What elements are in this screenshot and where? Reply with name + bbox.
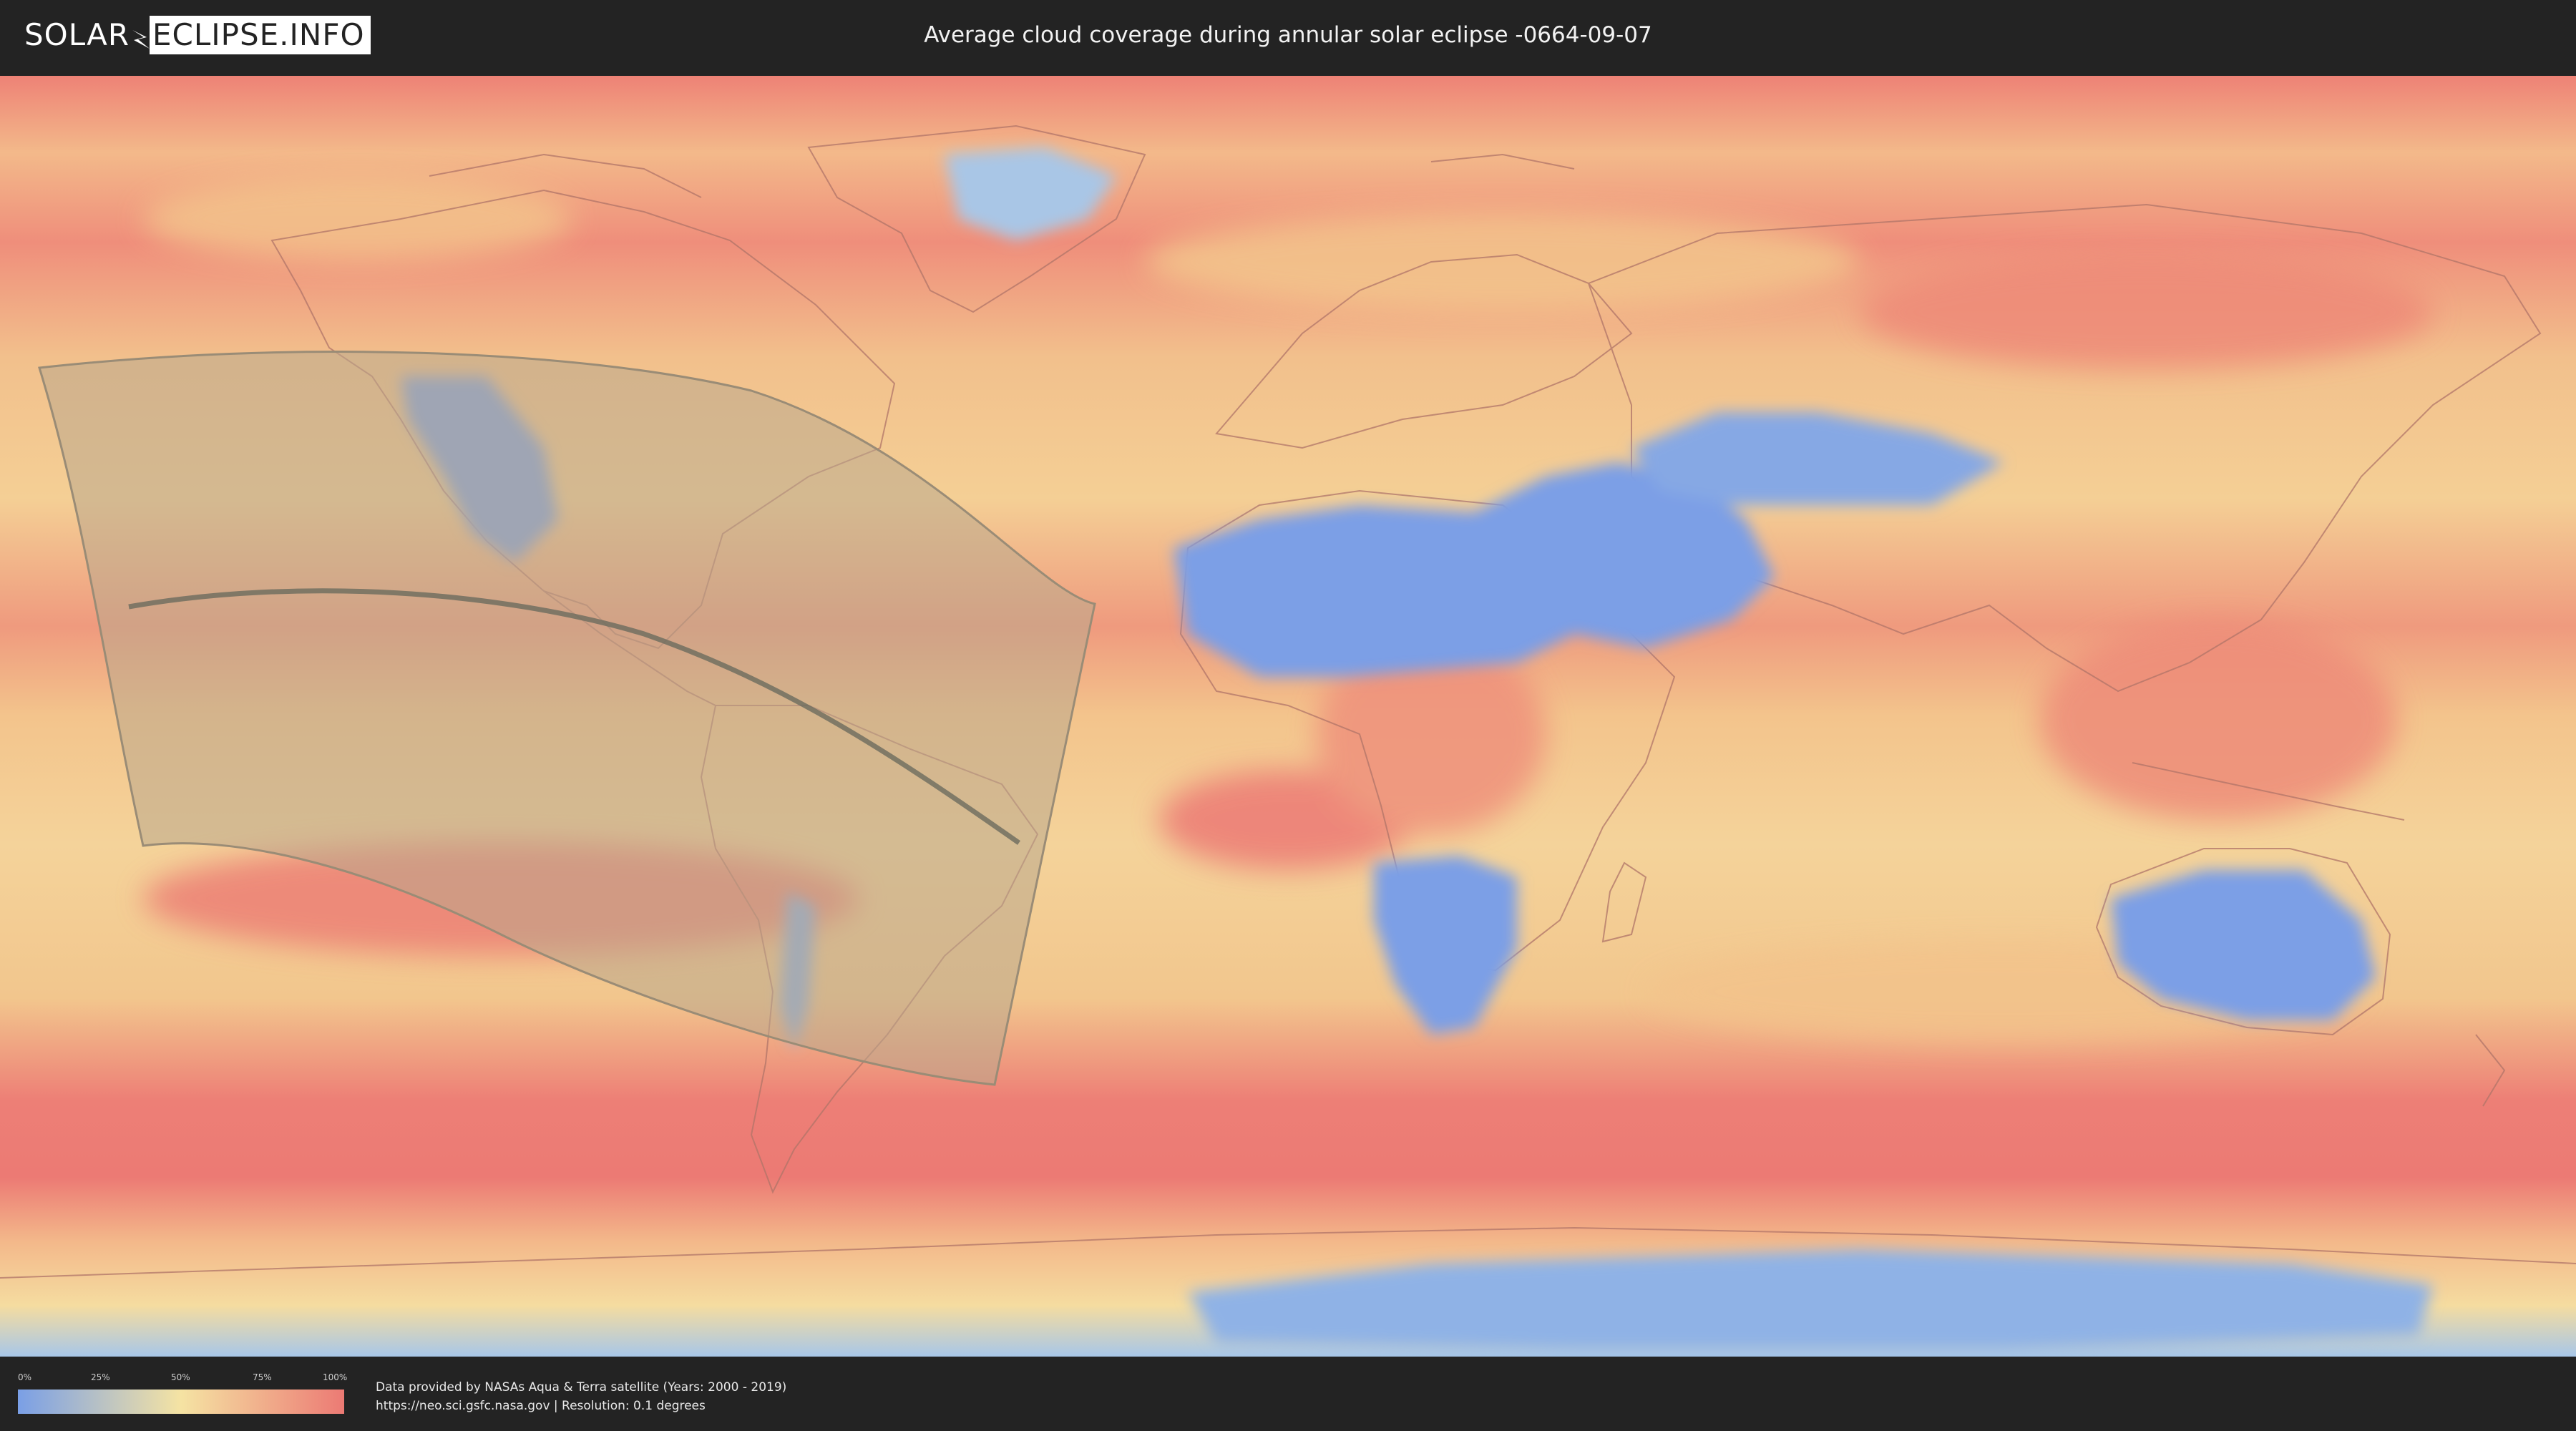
legend-tick-100: 100% (323, 1372, 348, 1382)
eclipse-bolt-icon (132, 30, 150, 49)
legend-tick-25: 25% (91, 1372, 110, 1382)
legend-ticks: 0% 25% 50% 75% 100% (18, 1372, 348, 1385)
logo-text-eclipse-info: ECLIPSE.INFO (150, 16, 371, 54)
data-credits: Data provided by NASAs Aqua & Terra sate… (376, 1378, 786, 1415)
legend-color-scale (18, 1390, 344, 1414)
site-logo[interactable]: SOLAR ECLIPSE.INFO (24, 16, 371, 54)
world-map-svg[interactable] (0, 76, 2576, 1357)
credits-line-source: Data provided by NASAs Aqua & Terra sate… (376, 1380, 787, 1395)
logo-text-solar: SOLAR (24, 17, 130, 52)
header-bar: SOLAR ECLIPSE.INFO Average cloud coverag… (0, 0, 2576, 72)
page-title: Average cloud coverage during annular so… (924, 22, 1652, 48)
credits-line-url: https://neo.sci.gsfc.nasa.gov | Resoluti… (376, 1399, 706, 1413)
cloud-coverage-map[interactable] (0, 76, 2576, 1357)
footer-bar: 0% 25% 50% 75% 100% Data provided by NAS… (0, 1357, 2576, 1431)
cloud-coverage-legend: 0% 25% 50% 75% 100% (18, 1372, 348, 1415)
legend-tick-0: 0% (18, 1372, 32, 1382)
legend-tick-50: 50% (171, 1372, 190, 1382)
legend-tick-75: 75% (253, 1372, 272, 1382)
